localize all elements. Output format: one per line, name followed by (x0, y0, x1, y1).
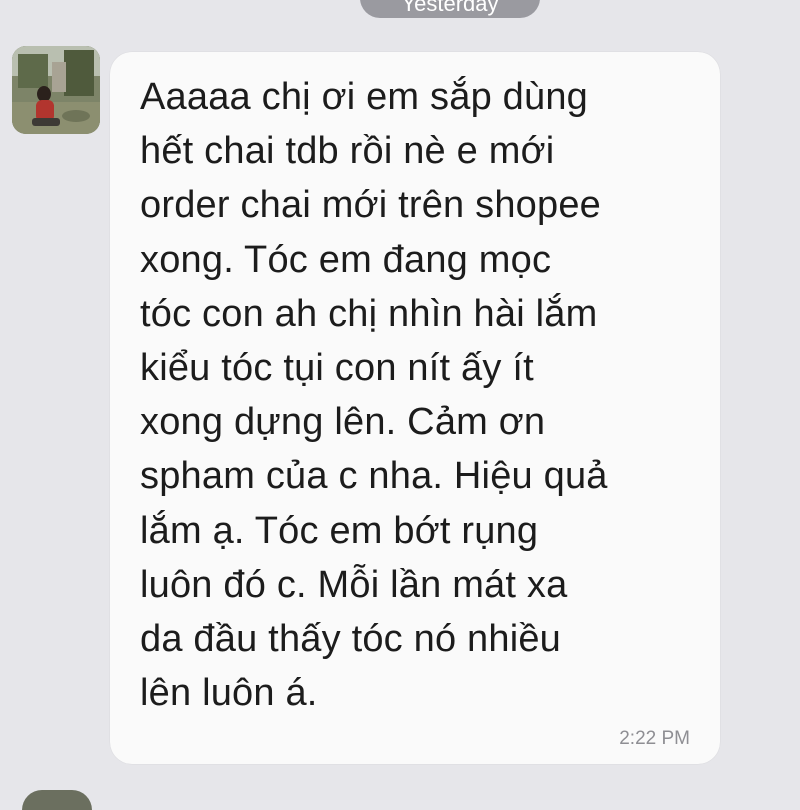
message-line: hết chai tdb rồi nè e mới (140, 130, 555, 173)
message-line: order chai mới trên shopee (140, 184, 602, 227)
message-line: lên luôn á. (140, 672, 318, 715)
message-text: Aaaaa chị ơi em sắp dùng hết chai tdb rồ… (140, 70, 710, 720)
message-line: kiểu tóc tụi con nít ấy ít (140, 347, 534, 390)
chat-screen: Yesterday Aaaaa chị ơi em sắp dùng hết c… (0, 0, 800, 810)
message-line: lắm ạ. Tóc em bớt rụng (140, 509, 539, 552)
avatar-photo-icon (12, 46, 100, 134)
next-message-avatar (22, 790, 92, 810)
message-line: xong. Tóc em đang mọc (140, 238, 552, 281)
message-bubble[interactable]: Aaaaa chị ơi em sắp dùng hết chai tdb rồ… (110, 52, 720, 764)
message-line: tóc con ah chị nhìn hài lắm (140, 292, 598, 335)
date-separator: Yesterday (360, 0, 540, 18)
message-line: spham của c nha. Hiệu quả (140, 455, 608, 498)
message-line: Aaaaa chị ơi em sắp dùng (140, 76, 588, 118)
date-separator-label: Yesterday (401, 0, 499, 16)
message-line: xong dựng lên. Cảm ơn (140, 401, 546, 444)
contact-avatar[interactable] (12, 46, 100, 134)
message-line: luôn đó c. Mỗi lần mát xa (140, 563, 568, 606)
message-line: da đầu thấy tóc nó nhiều (140, 618, 562, 661)
message-timestamp: 2:22 PM (619, 728, 690, 749)
